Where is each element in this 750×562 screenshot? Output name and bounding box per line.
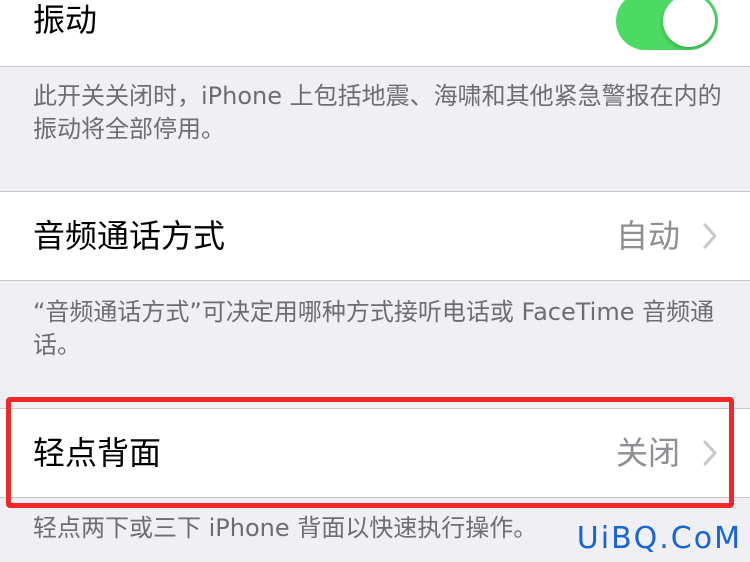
chevron-right-icon (703, 440, 717, 466)
separator (0, 66, 750, 67)
vibration-row: 振动 (0, 0, 750, 66)
separator (0, 497, 750, 498)
call-audio-routing-row[interactable]: 音频通话方式 自动 (0, 192, 750, 280)
vibration-label: 振动 (33, 1, 98, 39)
toggle-knob (663, 0, 715, 47)
back-tap-label: 轻点背面 (33, 434, 162, 472)
call-audio-routing-footnote: “音频通话方式”可决定用哪种方式接听电话或 FaceTime 音频通话。 (33, 298, 715, 359)
vibration-footnote: 此开关关闭时，iPhone 上包括地震、海啸和其他紧急警报在内的振动将全部停用。 (33, 82, 722, 143)
back-tap-row[interactable]: 轻点背面 关闭 (0, 409, 750, 497)
chevron-right-icon (703, 223, 717, 249)
separator (0, 280, 750, 281)
watermark-logo: UiBQ.CoM (576, 521, 742, 556)
vibration-toggle[interactable] (616, 0, 718, 50)
call-audio-routing-label: 音频通话方式 (33, 217, 226, 255)
back-tap-value: 关闭 (615, 434, 680, 472)
call-audio-routing-value: 自动 (615, 217, 680, 255)
